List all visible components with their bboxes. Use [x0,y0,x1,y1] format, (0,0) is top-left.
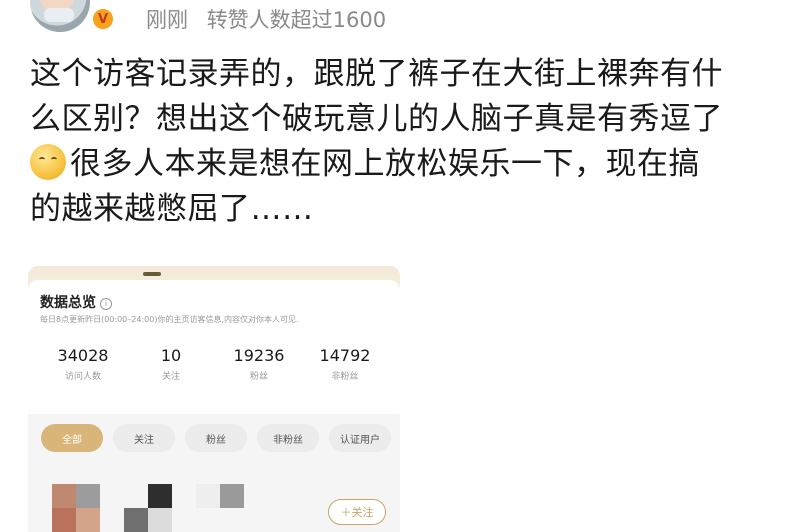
stat-fans-value: 19236 [233,346,285,365]
info-icon: i [100,298,112,310]
tab-non-fans[interactable]: 非粉丝 [257,424,319,452]
follow-button[interactable]: ＋关注 [328,499,386,525]
pixelated-username [124,484,172,532]
tab-verified-users[interactable]: 认证用户 [329,424,391,452]
stat-following-label: 关注 [161,372,180,382]
tab-following[interactable]: 关注 [113,424,175,452]
post-time: 刚刚 [146,8,188,32]
post-body: 这个访客记录弄的，跟脱了裤子在大街上裸奔有什 么区别？想出这个破玩意儿的人脑子真… [30,52,780,232]
sleepy-face-emoji-icon [30,144,66,180]
data-overview-card: 数据总览 i 每日8点更新昨日(00:00–24:00)你的主页访客信息,内容仅对… [28,280,400,410]
avatar-mask-detail [44,8,74,22]
pixelated-detail [196,484,244,508]
verified-badge-icon: V [90,6,116,32]
stat-following: 10 关注 [136,346,206,382]
tab-fans[interactable]: 粉丝 [185,424,247,452]
repost-count-note: 转赞人数超过1600 [206,8,387,32]
attached-screenshot-image[interactable]: 数据总览 i 每日8点更新昨日(00:00–24:00)你的主页访客信息,内容仅对… [28,266,400,532]
post-line-3: 很多人本来是想在网上放松娱乐一下，现在搞 [30,142,780,187]
data-overview-title: 数据总览 i [40,292,112,312]
user-avatar[interactable] [30,0,90,32]
drag-handle-icon [143,272,161,276]
post-meta: 刚刚 转赞人数超过1600 [146,4,386,34]
post-line-1: 这个访客记录弄的，跟脱了裤子在大街上裸奔有什 [30,56,723,92]
pixelated-avatar [52,484,100,532]
post-line-3-text: 很多人本来是想在网上放松娱乐一下，现在搞 [70,146,700,182]
stat-non-fans-value: 14792 [319,346,371,365]
post-header: V 刚刚 转赞人数超过1600 [0,0,800,40]
tab-all[interactable]: 全部 [41,424,103,452]
stat-visitors: 34028 访问人数 [48,346,118,382]
stat-following-value: 10 [160,346,182,365]
post-line-4: 的越来越憋屈了…… [30,191,314,227]
post-line-2: 么区别？想出这个破玩意儿的人脑子真是有秀逗了 [30,101,723,137]
data-overview-subtitle: 每日8点更新昨日(00:00–24:00)你的主页访客信息,内容仅对你本人可见. [40,315,299,324]
stat-visitors-value: 34028 [57,346,109,365]
stat-fans: 19236 粉丝 [224,346,294,382]
stat-fans-label: 粉丝 [249,372,268,382]
data-overview-title-text: 数据总览 [40,295,96,311]
stat-visitors-label: 访问人数 [64,372,101,382]
stat-non-fans-label: 非粉丝 [331,372,359,382]
visitor-row[interactable]: ＋关注 [28,466,400,532]
stat-non-fans: 14792 非粉丝 [310,346,380,382]
